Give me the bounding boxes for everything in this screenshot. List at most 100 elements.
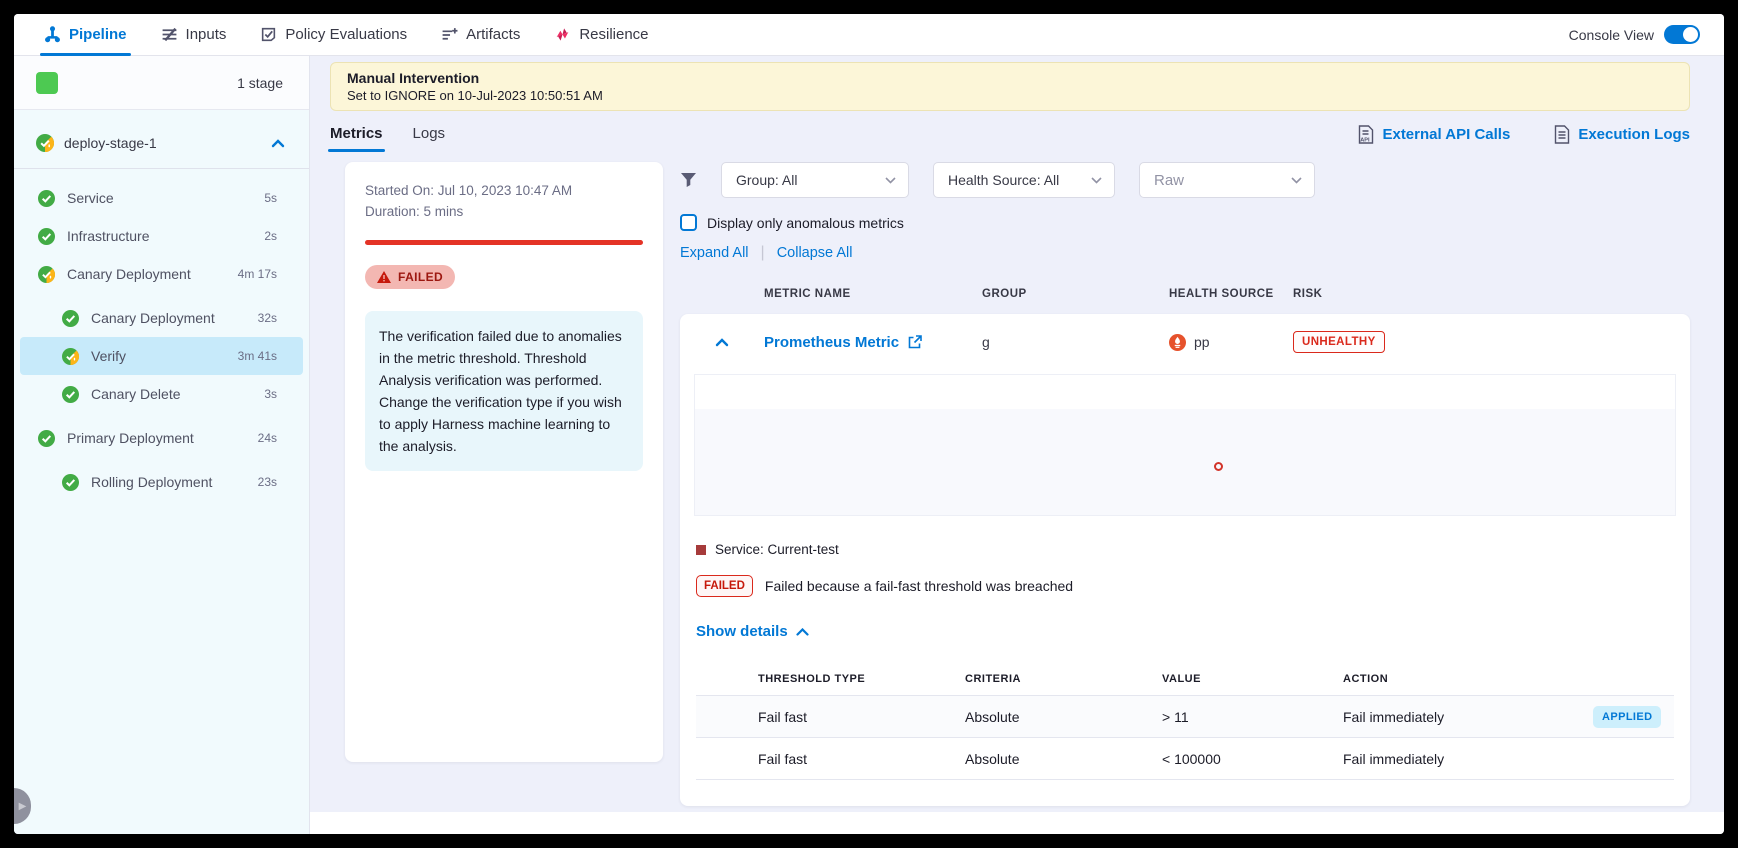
- threshold-row-2: Fail fast Absolute < 100000 Fail immedia…: [696, 738, 1674, 780]
- warning-triangle-icon: [377, 271, 391, 283]
- col-group: GROUP: [982, 288, 1169, 300]
- screenshot-frame: Pipeline Inputs Policy Evaluations Artif…: [0, 0, 1738, 848]
- main-content: Manual Intervention Set to IGNORE on 10-…: [310, 56, 1724, 834]
- check-circle-icon: [38, 190, 55, 207]
- metric-row[interactable]: Prometheus Metric g pp UNHEAL: [680, 314, 1690, 370]
- metric-table-header: METRIC NAME GROUP HEALTH SOURCE RISK: [680, 288, 1690, 314]
- divider: |: [761, 244, 765, 262]
- stage-header-deploy-stage-1[interactable]: deploy-stage-1: [14, 110, 309, 168]
- harness-execution-page: Pipeline Inputs Policy Evaluations Artif…: [14, 14, 1724, 834]
- step-primary-deployment[interactable]: Primary Deployment 24s: [20, 419, 303, 457]
- metrics-panel: Group: All Health Source: All Raw Displa…: [680, 162, 1690, 806]
- metric-name-link[interactable]: Prometheus Metric: [764, 334, 982, 351]
- stage-name: deploy-stage-1: [64, 135, 157, 151]
- view-tabs-row: Metrics Logs API External API Calls Exec…: [330, 125, 1690, 152]
- tab-resilience[interactable]: Resilience: [554, 14, 648, 56]
- step-duration: 5s: [264, 191, 277, 205]
- legend-label: Service: Current-test: [715, 542, 839, 557]
- health-source-cell: pp: [1169, 334, 1293, 351]
- col-threshold-type: THRESHOLD TYPE: [758, 673, 965, 685]
- step-label: Canary Deployment: [91, 310, 215, 326]
- applied-badge: APPLIED: [1593, 706, 1661, 728]
- tab-inputs[interactable]: Inputs: [161, 14, 227, 56]
- document-icon: [1554, 125, 1570, 144]
- chevron-down-icon: [885, 177, 896, 184]
- horizontal-scrollbar-track[interactable]: [310, 812, 1724, 834]
- execution-logs-link[interactable]: Execution Logs: [1554, 125, 1690, 144]
- col-value: VALUE: [1162, 673, 1343, 685]
- step-duration: 23s: [258, 475, 277, 489]
- tab-pipeline[interactable]: Pipeline: [44, 14, 127, 56]
- group-filter-dropdown[interactable]: Group: All: [721, 162, 909, 198]
- external-api-calls-link[interactable]: API External API Calls: [1358, 125, 1510, 144]
- warning-check-circle-icon: [38, 266, 55, 283]
- expand-all-link[interactable]: Expand All: [680, 245, 749, 261]
- show-details-label: Show details: [696, 623, 788, 640]
- threshold-table: THRESHOLD TYPE CRITERIA VALUE ACTION Fai…: [696, 662, 1674, 780]
- step-label: Verify: [91, 348, 126, 364]
- banner-title: Manual Intervention: [347, 70, 1673, 86]
- step-duration: 3s: [264, 387, 277, 401]
- chevron-up-icon[interactable]: [271, 139, 285, 148]
- filters-row: Group: All Health Source: All Raw: [680, 162, 1690, 198]
- tab-inputs-label: Inputs: [186, 26, 227, 43]
- health-source-value: pp: [1194, 334, 1210, 350]
- checkbox-unchecked[interactable]: [680, 214, 697, 231]
- threshold-action: Fail immediately: [1343, 709, 1593, 725]
- chevron-down-icon: [1091, 177, 1102, 184]
- anomalous-metrics-label: Display only anomalous metrics: [707, 215, 904, 231]
- pipeline-icon: [44, 26, 61, 43]
- raw-filter-dropdown[interactable]: Raw: [1139, 162, 1315, 198]
- col-health-source: HEALTH SOURCE: [1169, 288, 1293, 300]
- stage-warning-check-icon: [36, 134, 54, 152]
- step-infrastructure[interactable]: Infrastructure 2s: [20, 217, 303, 255]
- threshold-criteria: Absolute: [965, 751, 1162, 767]
- step-duration: 4m 17s: [238, 267, 277, 281]
- console-view-label: Console View: [1569, 27, 1654, 43]
- step-rolling-deployment[interactable]: Rolling Deployment 23s: [20, 463, 303, 501]
- check-circle-icon: [38, 228, 55, 245]
- step-verify[interactable]: Verify 3m 41s: [20, 337, 303, 375]
- threshold-type: Fail fast: [758, 751, 965, 767]
- collapse-all-link[interactable]: Collapse All: [777, 245, 853, 261]
- expand-collapse-row: Expand All | Collapse All: [680, 244, 1690, 262]
- step-canary-deployment[interactable]: Canary Deployment 32s: [20, 299, 303, 337]
- step-canary-deployment-group[interactable]: Canary Deployment 4m 17s: [20, 255, 303, 293]
- tab-metrics[interactable]: Metrics: [330, 125, 383, 152]
- filter-funnel-icon: [680, 172, 697, 188]
- step-label: Infrastructure: [67, 228, 149, 244]
- threshold-criteria: Absolute: [965, 709, 1162, 725]
- prometheus-icon: [1169, 334, 1186, 351]
- failed-status-badge: FAILED: [365, 265, 455, 289]
- health-source-filter-dropdown[interactable]: Health Source: All: [933, 162, 1115, 198]
- step-duration: 2s: [264, 229, 277, 243]
- tab-pipeline-label: Pipeline: [69, 26, 127, 43]
- health-source-filter-value: Health Source: All: [948, 172, 1059, 188]
- risk-badge-unhealthy: UNHEALTHY: [1293, 331, 1385, 353]
- metric-name-label: Prometheus Metric: [764, 334, 899, 351]
- step-service[interactable]: Service 5s: [20, 179, 303, 217]
- step-canary-delete[interactable]: Canary Delete 3s: [20, 375, 303, 413]
- execution-sidebar: 1 stage deploy-stage-1 Service 5s Infras…: [14, 56, 310, 834]
- threshold-value: > 11: [1162, 709, 1343, 725]
- console-view-toggle[interactable]: [1664, 25, 1700, 44]
- tab-policy-evaluations[interactable]: Policy Evaluations: [260, 14, 407, 56]
- tab-artifacts[interactable]: Artifacts: [441, 14, 520, 56]
- anomalous-metrics-checkbox-row[interactable]: Display only anomalous metrics: [680, 214, 1690, 231]
- banner-subtitle: Set to IGNORE on 10-Jul-2023 10:50:51 AM: [347, 88, 1673, 103]
- chevron-up-icon: [796, 628, 809, 636]
- show-details-toggle[interactable]: Show details: [696, 623, 1690, 640]
- threshold-table-header: THRESHOLD TYPE CRITERIA VALUE ACTION: [696, 662, 1674, 696]
- failed-outline-badge: FAILED: [696, 575, 753, 597]
- threshold-type: Fail fast: [758, 709, 965, 725]
- metric-chart: [694, 374, 1676, 516]
- anomalous-data-point[interactable]: [1214, 462, 1223, 471]
- chevron-up-icon[interactable]: [680, 338, 764, 347]
- divider: [14, 168, 309, 169]
- step-duration: 24s: [258, 431, 277, 445]
- toggle-knob: [1683, 27, 1698, 42]
- check-circle-icon: [38, 430, 55, 447]
- stage-status-square[interactable]: [36, 72, 58, 94]
- tab-logs[interactable]: Logs: [413, 125, 446, 152]
- inputs-icon: [161, 26, 178, 43]
